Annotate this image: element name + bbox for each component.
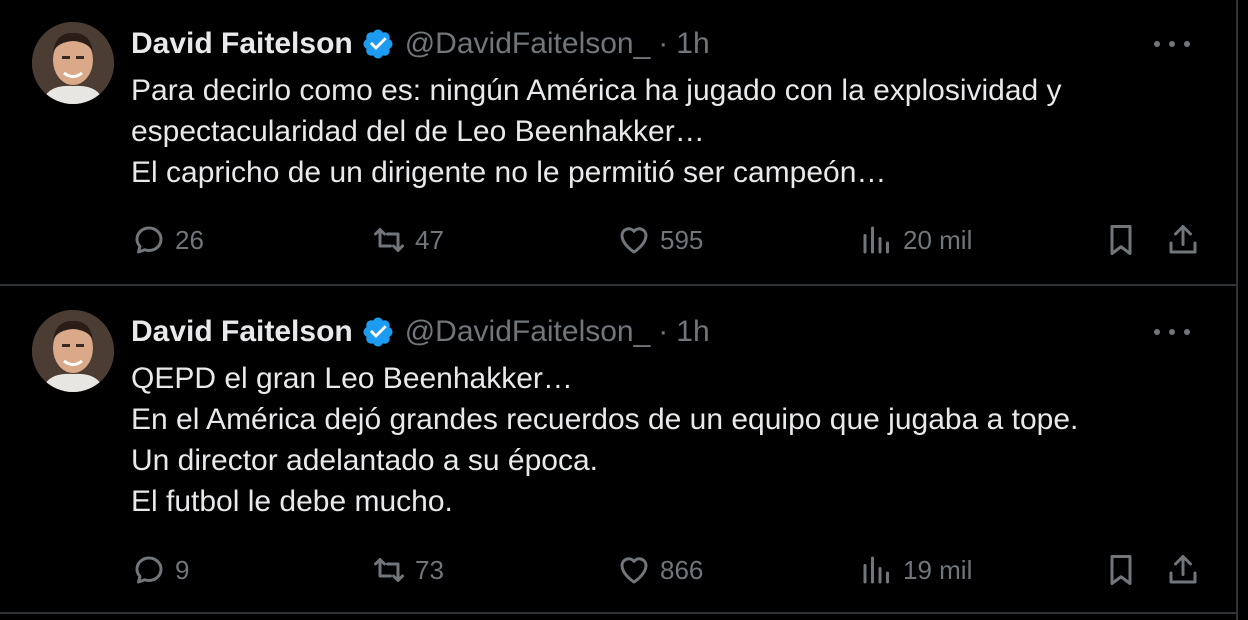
share-icon <box>1169 555 1197 584</box>
share-button[interactable] <box>1165 220 1201 260</box>
verified-badge-icon[interactable] <box>361 27 395 61</box>
separator-dot: · <box>658 27 669 60</box>
author-name[interactable]: David Faitelson <box>131 315 353 349</box>
heart-icon <box>620 557 648 584</box>
views-button[interactable]: 19 mil <box>859 550 972 590</box>
tweet-header: David Faitelson @DavidFaitelson_ · 1h <box>131 312 710 352</box>
tweet-text-line: Un director adelantado a su época. <box>131 444 598 477</box>
tweet-text: Para decirlo como es: ningún América ha … <box>131 70 1191 193</box>
tweet[interactable]: David Faitelson @DavidFaitelson_ · 1h QE… <box>0 288 1236 614</box>
analytics-icon <box>863 226 889 254</box>
heart-icon <box>620 227 648 254</box>
reply-count: 26 <box>175 224 204 255</box>
tweet-text: QEPD el gran Leo Beenhakker… En el Améri… <box>131 358 1191 522</box>
share-button[interactable] <box>1165 550 1201 590</box>
share-icon <box>1169 225 1197 254</box>
tweet-text-line: El futbol le debe mucho. <box>131 485 453 518</box>
tweet-actions: 9 73 866 19 mil <box>131 550 1206 590</box>
timestamp[interactable]: 1h <box>676 27 709 61</box>
tweet-text-line: El capricho de un dirigente no le permit… <box>131 156 887 189</box>
repost-count: 73 <box>415 554 444 585</box>
avatar[interactable] <box>32 310 114 392</box>
like-button[interactable]: 595 <box>616 220 703 260</box>
like-button[interactable]: 866 <box>616 550 703 590</box>
timeline: David Faitelson @DavidFaitelson_ · 1h Pa… <box>0 0 1238 620</box>
views-count: 19 mil <box>903 554 973 585</box>
tweet-text-line: QEPD el gran Leo Beenhakker… <box>131 362 573 395</box>
analytics-icon <box>863 556 889 584</box>
tweet-header: David Faitelson @DavidFaitelson_ · 1h <box>131 24 710 64</box>
reply-count: 9 <box>175 554 190 585</box>
reply-button[interactable]: 9 <box>131 550 189 590</box>
bookmark-icon <box>1110 225 1132 255</box>
repost-button[interactable]: 73 <box>371 550 444 590</box>
repost-button[interactable]: 47 <box>371 220 444 260</box>
repost-icon <box>374 558 404 582</box>
tweet-text-line: En el América dejó grandes recuerdos de … <box>131 403 1079 436</box>
author-handle[interactable]: @DavidFaitelson_ <box>405 315 651 349</box>
tweet-text-line: espectacularidad del de Leo Beenhakker… <box>131 115 705 148</box>
tweet-text-line: Para decirlo como es: ningún América ha … <box>131 74 1062 107</box>
verified-badge-icon[interactable] <box>361 315 395 349</box>
views-button[interactable]: 20 mil <box>859 220 972 260</box>
bookmark-icon <box>1110 555 1132 585</box>
avatar-photo-icon <box>32 310 114 392</box>
like-count: 866 <box>660 554 704 585</box>
avatar-photo-icon <box>32 22 114 104</box>
more-options-icon[interactable] <box>1154 318 1190 346</box>
bookmark-button[interactable] <box>1103 550 1139 590</box>
repost-count: 47 <box>415 224 444 255</box>
author-handle[interactable]: @DavidFaitelson_ <box>405 27 651 61</box>
like-count: 595 <box>660 224 704 255</box>
bookmark-button[interactable] <box>1103 220 1139 260</box>
tweet-actions: 26 47 595 20 mil <box>131 220 1206 260</box>
reply-icon <box>135 556 163 584</box>
avatar[interactable] <box>32 22 114 104</box>
separator-dot: · <box>658 315 669 348</box>
timestamp[interactable]: 1h <box>676 315 709 349</box>
author-name[interactable]: David Faitelson <box>131 27 353 61</box>
views-count: 20 mil <box>903 224 973 255</box>
reply-icon <box>135 226 163 254</box>
reply-button[interactable]: 26 <box>131 220 204 260</box>
repost-icon <box>374 228 404 252</box>
more-options-icon[interactable] <box>1154 30 1190 58</box>
tweet[interactable]: David Faitelson @DavidFaitelson_ · 1h Pa… <box>0 0 1236 286</box>
